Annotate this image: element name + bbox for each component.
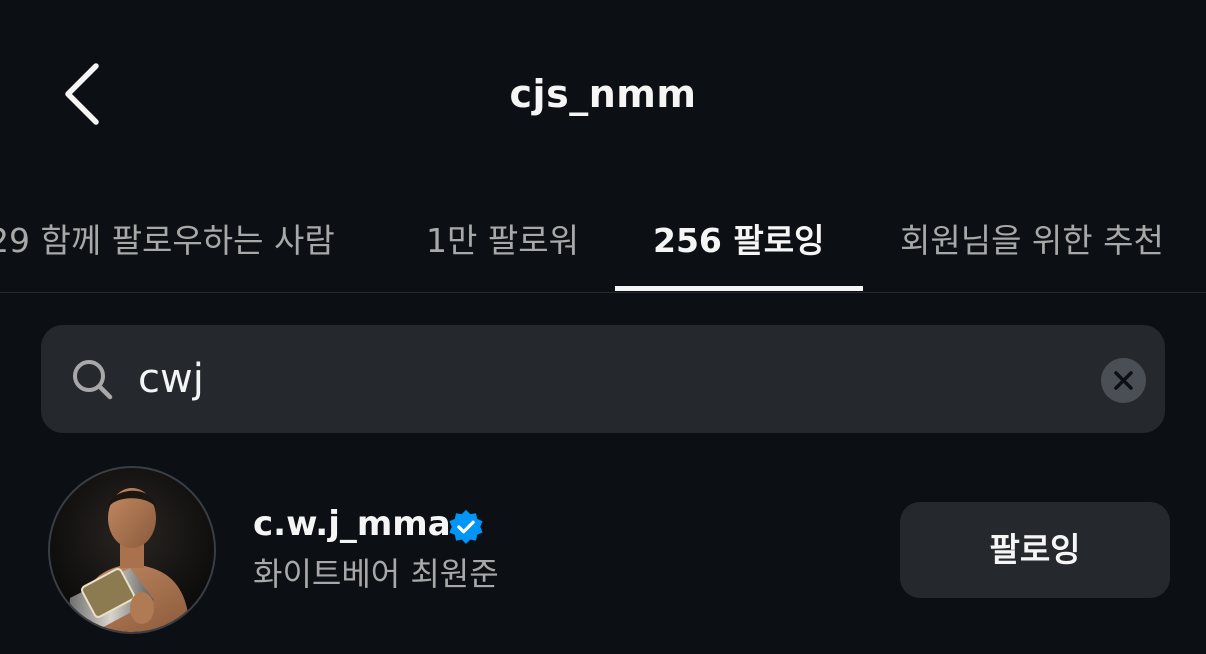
active-tab-indicator xyxy=(615,286,863,291)
clear-search-button[interactable] xyxy=(1101,358,1146,403)
tab-following[interactable]: 256 팔로잉 xyxy=(653,206,824,276)
tab-mutual-followers[interactable]: 29 함께 팔로우하는 사람 xyxy=(0,206,335,276)
following-list-screen: cjs_nmm 29 함께 팔로우하는 사람 1만 팔로워 256 팔로잉 회원… xyxy=(0,0,1206,654)
verified-badge-icon xyxy=(449,509,483,544)
following-button[interactable]: 팔로잉 xyxy=(900,502,1170,598)
tab-bar: 29 함께 팔로우하는 사람 1만 팔로워 256 팔로잉 회원님을 위한 추천 xyxy=(0,190,1206,293)
tab-followers[interactable]: 1만 팔로워 xyxy=(426,206,579,276)
user-list-item[interactable]: c.w.j_mma 화이트베어 최원준 팔로잉 xyxy=(0,460,1206,640)
tab-suggested[interactable]: 회원님을 위한 추천 xyxy=(900,206,1164,276)
search-icon xyxy=(73,360,113,400)
page-title: cjs_nmm xyxy=(509,72,697,116)
full-name: 화이트베어 최원준 xyxy=(253,555,499,593)
header: cjs_nmm xyxy=(0,0,1206,190)
avatar[interactable] xyxy=(48,466,216,634)
username[interactable]: c.w.j_mma xyxy=(253,502,451,546)
avatar-photo xyxy=(50,468,214,632)
search-input[interactable]: cwj xyxy=(138,344,1038,414)
close-icon xyxy=(1114,371,1133,390)
